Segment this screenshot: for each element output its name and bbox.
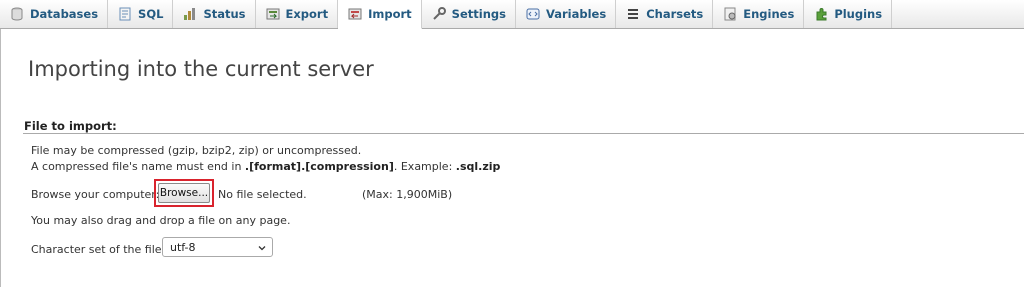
databases-icon [10, 7, 24, 21]
charsets-icon [626, 7, 640, 21]
tab-settings[interactable]: Settings [422, 0, 516, 28]
tab-status-label: Status [203, 7, 246, 21]
tab-databases[interactable]: Databases [0, 0, 109, 28]
tab-bar-filler [892, 0, 1024, 28]
tab-plugins-label: Plugins [834, 7, 883, 21]
tab-plugins[interactable]: Plugins [804, 0, 893, 28]
settings-icon [432, 7, 446, 21]
sql-icon [118, 7, 132, 21]
extension-note-format: .[format].[compression] [244, 160, 394, 173]
compression-note: File may be compressed (gzip, bzip2, zip… [31, 144, 362, 157]
browse-label: Browse your computer: [31, 188, 160, 201]
tab-variables[interactable]: Variables [516, 0, 617, 28]
extension-note-example: .sql.zip [455, 160, 501, 173]
server-tab-bar: Databases SQL Status Export Import Setti… [0, 0, 1024, 29]
import-icon [348, 7, 362, 21]
browse-button[interactable]: Browse... [158, 183, 210, 203]
tab-status[interactable]: Status [173, 0, 256, 28]
no-file-selected-text: No file selected. [218, 188, 307, 201]
tab-export[interactable]: Export [256, 0, 339, 28]
tab-engines[interactable]: Engines [713, 0, 805, 28]
engines-icon [723, 7, 737, 21]
tab-charsets[interactable]: Charsets [616, 0, 714, 28]
tab-sql-label: SQL [138, 7, 164, 21]
fieldset-divider [23, 133, 1024, 134]
export-icon [266, 7, 280, 21]
tab-databases-label: Databases [30, 7, 99, 21]
max-size-text: (Max: 1,900MiB) [362, 188, 453, 201]
charset-select-value: utf-8 [170, 240, 196, 254]
chevron-down-icon [258, 242, 266, 251]
drag-drop-note: You may also drag and drop a file on any… [31, 214, 291, 227]
tab-import[interactable]: Import [338, 0, 422, 29]
file-to-import-legend: File to import: [24, 119, 117, 133]
extension-note-middle: . Example: [393, 160, 456, 173]
charset-label: Character set of the file: [31, 243, 166, 256]
charset-select[interactable]: utf-8 [162, 237, 273, 257]
tab-settings-label: Settings [451, 7, 506, 21]
content-left-border [0, 29, 1, 287]
tab-import-label: Import [368, 7, 412, 21]
tab-variables-label: Variables [545, 7, 607, 21]
tab-export-label: Export [285, 7, 329, 21]
variables-icon [526, 7, 540, 21]
status-icon [183, 7, 197, 21]
tab-sql[interactable]: SQL [108, 0, 174, 28]
tab-engines-label: Engines [743, 7, 795, 21]
extension-note-prefix: A compressed file's name must end in [31, 160, 245, 173]
page-title: Importing into the current server [28, 57, 374, 81]
extension-note: A compressed file's name must end in .[f… [31, 160, 500, 173]
plugins-icon [814, 7, 828, 21]
tab-charsets-label: Charsets [646, 7, 704, 21]
